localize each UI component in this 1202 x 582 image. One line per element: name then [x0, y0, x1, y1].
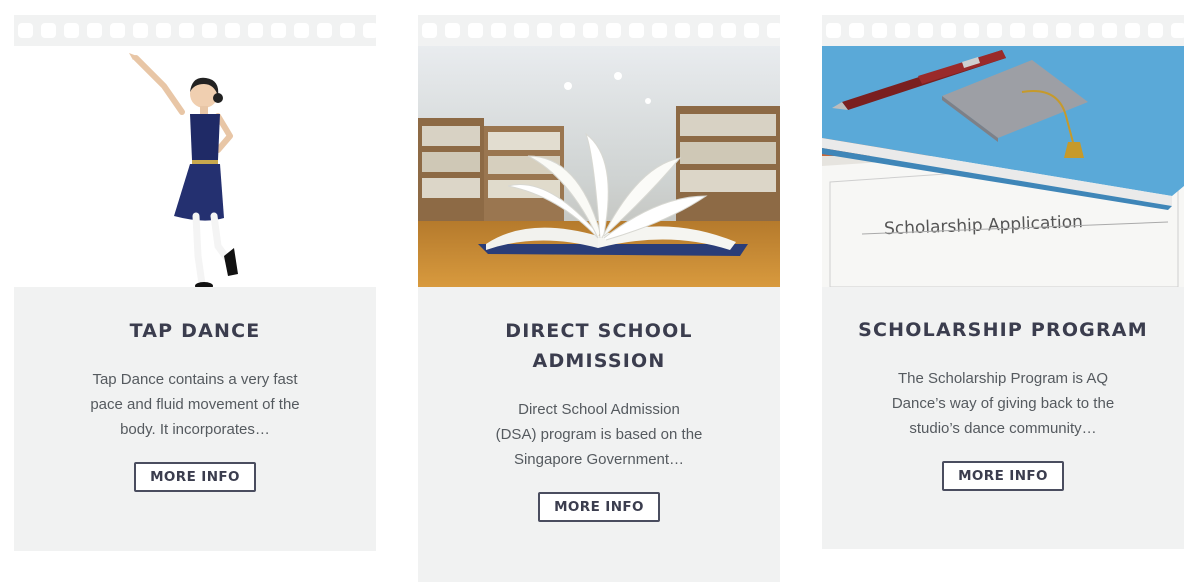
card-description-line: body. It incorporates…	[120, 421, 270, 438]
film-hole	[1148, 23, 1163, 38]
film-hole	[491, 23, 506, 38]
film-hole	[202, 23, 217, 38]
film-hole	[294, 23, 309, 38]
card-title-line: TAP DANCE	[129, 320, 261, 342]
film-strip-decoration	[418, 15, 780, 46]
tap-dancer-photo	[14, 46, 376, 287]
film-hole	[179, 23, 194, 38]
film-hole	[652, 23, 667, 38]
film-hole	[1102, 23, 1117, 38]
film-hole	[698, 23, 713, 38]
card-title-line: DIRECT SCHOOL	[505, 320, 693, 342]
more-info-button[interactable]: MORE INFO	[942, 461, 1064, 491]
film-hole	[964, 23, 979, 38]
film-hole	[1056, 23, 1071, 38]
card-title: TAP DANCE	[14, 316, 376, 346]
card-description: Direct School Admission (DSA) program is…	[469, 397, 729, 472]
scholarship-application-photo: Scholarship Application	[822, 46, 1184, 287]
card-description-line: (DSA) program is based on the	[495, 426, 703, 443]
film-hole	[675, 23, 690, 38]
film-hole	[895, 23, 910, 38]
film-hole	[629, 23, 644, 38]
card-description-line: Direct School Admission	[518, 401, 680, 418]
film-hole	[560, 23, 575, 38]
film-hole	[767, 23, 780, 38]
film-hole	[1033, 23, 1048, 38]
card-title-line: ADMISSION	[532, 350, 666, 372]
film-hole	[18, 23, 33, 38]
film-hole	[744, 23, 759, 38]
film-hole	[872, 23, 887, 38]
card-title-line: SCHOLARSHIP PROGRAM	[858, 319, 1148, 341]
film-hole	[445, 23, 460, 38]
card-description-line: studio’s dance community…	[909, 420, 1097, 437]
film-strip-decoration	[14, 15, 376, 46]
card-title: DIRECT SCHOOL ADMISSION	[418, 316, 780, 376]
more-info-button[interactable]: MORE INFO	[134, 462, 256, 492]
film-hole	[1171, 23, 1184, 38]
card-description-line: The Scholarship Program is AQ	[897, 370, 1109, 387]
film-hole	[826, 23, 841, 38]
film-hole	[363, 23, 376, 38]
film-hole	[849, 23, 864, 38]
card-description: The Scholarship Program is AQ Dance’s wa…	[873, 366, 1133, 441]
film-hole	[514, 23, 529, 38]
card-description-line: Tap Dance contains a very fast	[92, 371, 298, 388]
card-description: Tap Dance contains a very fast pace and …	[65, 367, 325, 442]
film-hole	[468, 23, 483, 38]
film-hole	[918, 23, 933, 38]
card-description-line: Singapore Government…	[513, 451, 685, 468]
film-strip-decoration	[822, 15, 1184, 46]
film-hole	[271, 23, 286, 38]
film-hole	[87, 23, 102, 38]
film-hole	[1079, 23, 1094, 38]
film-hole	[110, 23, 125, 38]
film-hole	[64, 23, 79, 38]
film-hole	[225, 23, 240, 38]
card-direct-school-admission: DIRECT SCHOOL ADMISSION Direct School Ad…	[418, 15, 780, 582]
film-hole	[941, 23, 956, 38]
open-book-library-photo	[418, 46, 780, 287]
film-hole	[583, 23, 598, 38]
film-hole	[422, 23, 437, 38]
card-scholarship-program: Scholarship Application SCHOLARSHIP PROG…	[822, 15, 1184, 549]
film-hole	[317, 23, 332, 38]
film-hole	[1125, 23, 1140, 38]
card-description-line: Dance’s way of giving back to the	[891, 395, 1115, 412]
film-hole	[987, 23, 1002, 38]
card-tap-dance: TAP DANCE Tap Dance contains a very fast…	[14, 15, 376, 551]
film-hole	[1010, 23, 1025, 38]
card-description-line: pace and fluid movement of the	[90, 396, 300, 413]
more-info-button[interactable]: MORE INFO	[538, 492, 660, 522]
film-hole	[340, 23, 355, 38]
film-hole	[537, 23, 552, 38]
film-hole	[133, 23, 148, 38]
film-hole	[606, 23, 621, 38]
film-hole	[248, 23, 263, 38]
film-hole	[156, 23, 171, 38]
card-title: SCHOLARSHIP PROGRAM	[822, 315, 1184, 345]
film-hole	[41, 23, 56, 38]
film-hole	[721, 23, 736, 38]
